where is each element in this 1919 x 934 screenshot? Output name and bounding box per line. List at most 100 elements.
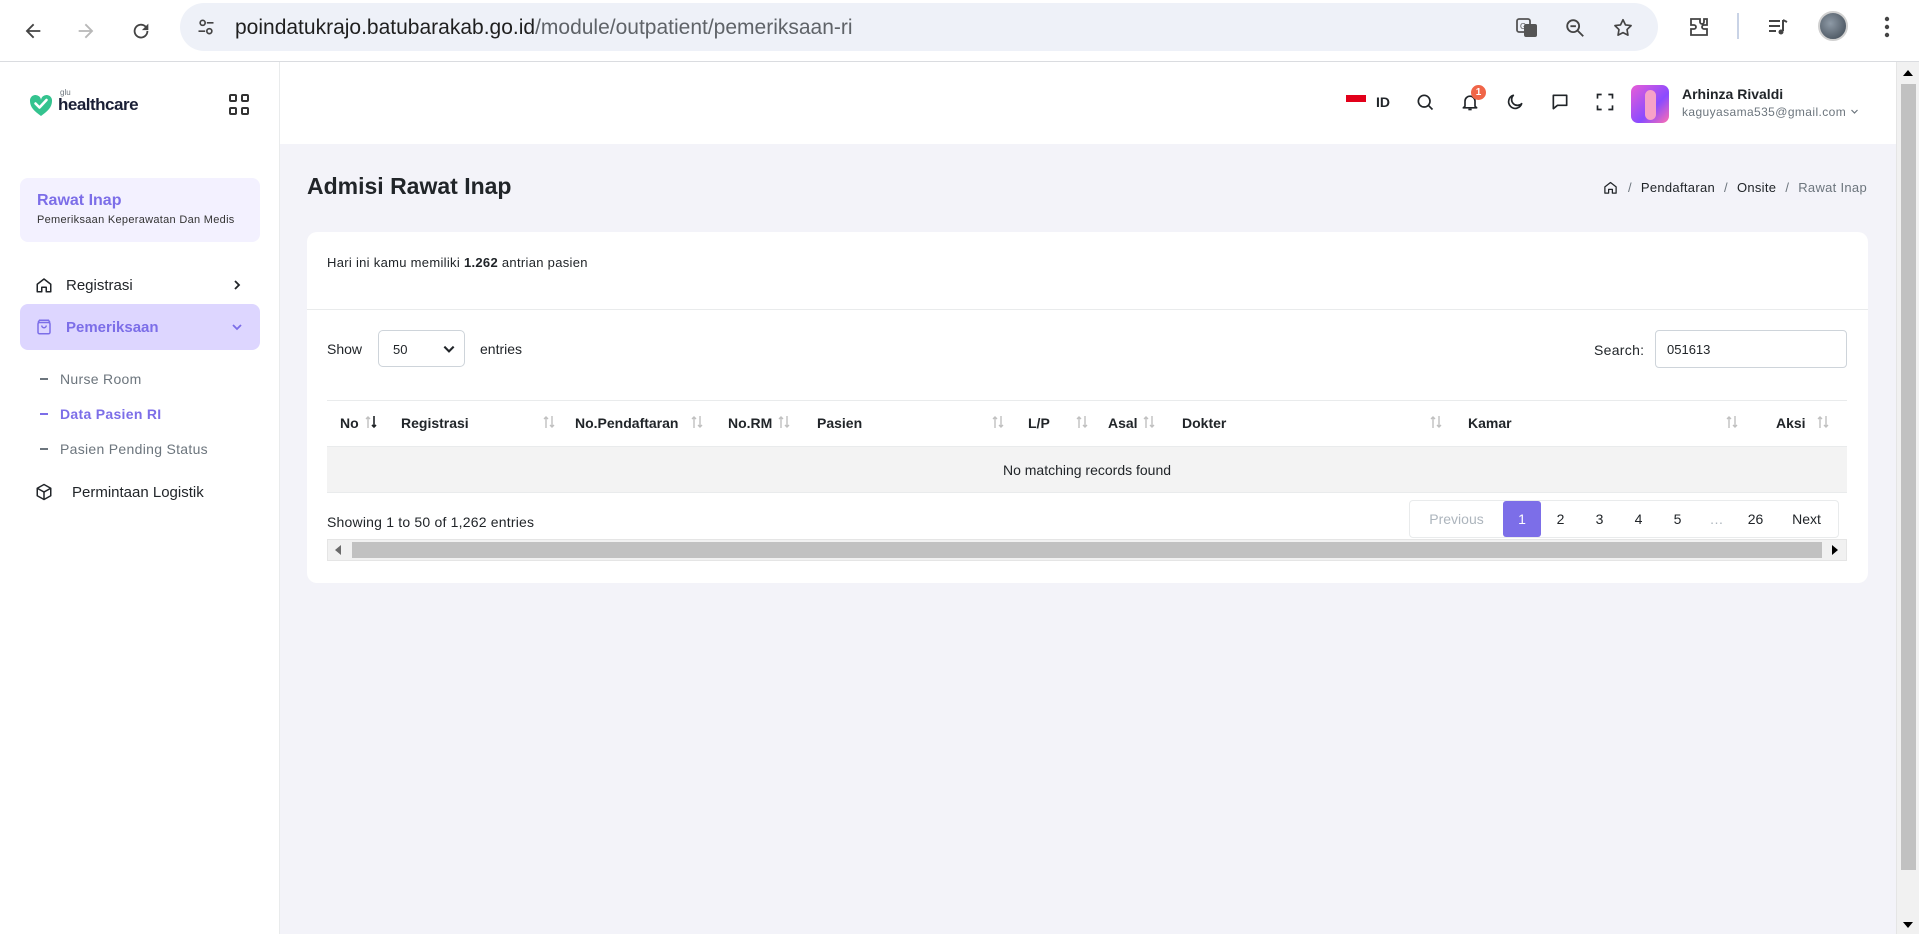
- page-ellipsis: …: [1709, 511, 1724, 527]
- page-button-1[interactable]: 1: [1503, 501, 1541, 537]
- forward-button[interactable]: [65, 10, 107, 52]
- url-host: poindatukrajo.batubarakab.go.id: [235, 16, 536, 39]
- chevron-down-icon: [228, 318, 246, 336]
- page-button-2[interactable]: 2: [1541, 501, 1580, 537]
- sort-icon[interactable]: [1427, 412, 1445, 432]
- site-settings-icon[interactable]: [194, 15, 218, 39]
- page-vertical-scrollbar[interactable]: [1896, 62, 1919, 934]
- brand-logo[interactable]: glu healthcare: [28, 88, 139, 118]
- bookmark-star-icon[interactable]: [1610, 15, 1636, 41]
- page-title: Admisi Rawat Inap: [307, 173, 512, 199]
- page-vertical-scrollbar-thumb[interactable]: [1901, 84, 1916, 870]
- sort-icon[interactable]: [1073, 412, 1091, 432]
- sort-icon[interactable]: [989, 412, 1007, 432]
- language-flag[interactable]: [1346, 95, 1366, 108]
- user-avatar[interactable]: [1631, 85, 1669, 123]
- patient-table: No Registrasi No.Pendaftaran No.RM Pasie…: [327, 400, 1847, 493]
- brand-check-icon: [29, 94, 53, 116]
- search-icon[interactable]: [1412, 89, 1438, 115]
- sidebar-item-registrasi[interactable]: Registrasi: [20, 262, 260, 308]
- breadcrumb-item[interactable]: Pendaftaran: [1641, 180, 1715, 195]
- column-header-no-rm[interactable]: No.RM: [728, 415, 772, 431]
- sort-desc-icon[interactable]: [362, 412, 380, 432]
- browser-toolbar: poindatukrajo.batubarakab.go.id/module/o…: [0, 0, 1919, 62]
- sort-icon[interactable]: [1140, 412, 1158, 432]
- sidebar-subitem-data-pasien-ri[interactable]: Data Pasien RI: [40, 406, 161, 422]
- sidebar-item-label: Permintaan Logistik: [72, 483, 204, 501]
- dash-icon: [40, 413, 48, 415]
- media-queue-icon[interactable]: [1763, 12, 1793, 42]
- breadcrumb-separator: /: [1724, 179, 1728, 195]
- next-page-button[interactable]: Next: [1775, 501, 1838, 537]
- column-header-registrasi[interactable]: Registrasi: [401, 415, 469, 431]
- page-size-select[interactable]: 50: [378, 330, 465, 367]
- page-button-4[interactable]: 4: [1619, 501, 1658, 537]
- chevron-right-icon: [228, 276, 246, 294]
- sort-icon[interactable]: [540, 412, 558, 432]
- scroll-down-icon[interactable]: [1903, 920, 1913, 930]
- page-button-3[interactable]: 3: [1580, 501, 1619, 537]
- home-icon[interactable]: [1603, 179, 1619, 195]
- search-label: Search:: [1594, 342, 1645, 358]
- notification-badge: 1: [1471, 85, 1486, 100]
- previous-page-button[interactable]: Previous: [1410, 501, 1503, 537]
- page-button-5[interactable]: 5: [1658, 501, 1697, 537]
- back-button[interactable]: [12, 10, 54, 52]
- dash-icon: [40, 448, 48, 450]
- column-header-no[interactable]: No: [340, 415, 359, 431]
- page-size-value: 50: [393, 342, 408, 357]
- arrow-left-icon: [25, 23, 41, 39]
- sidebar-subitem-nurse-room[interactable]: Nurse Room: [40, 371, 142, 387]
- scroll-up-icon[interactable]: [1903, 68, 1913, 78]
- extensions-icon[interactable]: [1684, 12, 1714, 42]
- column-header-dokter[interactable]: Dokter: [1182, 415, 1226, 431]
- horizontal-scrollbar[interactable]: [327, 539, 1847, 561]
- entries-label: entries: [480, 341, 523, 357]
- user-name[interactable]: Arhinza Rivaldi: [1682, 86, 1783, 102]
- dash-icon: [40, 378, 48, 380]
- url-path: /module/outpatient/pemeriksaan-ri: [535, 16, 853, 39]
- sort-icon[interactable]: [688, 412, 706, 432]
- column-header-aksi[interactable]: Aksi: [1776, 415, 1806, 431]
- search-input[interactable]: [1655, 330, 1847, 368]
- more-menu-icon[interactable]: [1872, 12, 1902, 42]
- page-button-26[interactable]: 26: [1736, 501, 1775, 537]
- column-header-pasien[interactable]: Pasien: [817, 415, 862, 431]
- breadcrumb-separator: /: [1627, 179, 1632, 195]
- user-email[interactable]: kaguyasama535@gmail.com: [1682, 105, 1859, 119]
- module-card: Rawat Inap Pemeriksaan Keperawatan Dan M…: [20, 178, 260, 242]
- url-text[interactable]: poindatukrajo.batubarakab.go.id/module/o…: [235, 16, 853, 40]
- column-header-asal[interactable]: Asal: [1108, 415, 1138, 431]
- address-bar[interactable]: poindatukrajo.batubarakab.go.id/module/o…: [180, 3, 1658, 51]
- column-header-kamar[interactable]: Kamar: [1468, 415, 1512, 431]
- browser-profile-avatar[interactable]: [1818, 11, 1848, 41]
- moon-icon[interactable]: [1502, 89, 1528, 115]
- sidebar-item-pemeriksaan[interactable]: Pemeriksaan: [20, 304, 260, 350]
- sort-icon[interactable]: [1723, 412, 1741, 432]
- chat-icon[interactable]: [1547, 89, 1573, 115]
- breadcrumb-current: Rawat Inap: [1798, 179, 1867, 195]
- module-subtitle: Pemeriksaan Keperawatan Dan Medis: [37, 214, 235, 226]
- sort-icon[interactable]: [775, 412, 793, 432]
- brand-prefix: glu: [60, 88, 71, 97]
- column-header-no-pendaftaran[interactable]: No.Pendaftaran: [575, 415, 678, 431]
- translate-icon[interactable]: G: [1514, 15, 1540, 41]
- fullscreen-icon[interactable]: [1592, 89, 1618, 115]
- sidebar-subitem-label: Data Pasien RI: [60, 406, 162, 422]
- scroll-right-icon[interactable]: [1830, 545, 1840, 555]
- scroll-left-icon[interactable]: [333, 545, 343, 555]
- column-header-lp[interactable]: L/P: [1028, 415, 1050, 431]
- apps-grid-icon[interactable]: [229, 94, 251, 116]
- reload-button[interactable]: [120, 10, 162, 52]
- language-code[interactable]: ID: [1376, 94, 1390, 110]
- zoom-out-icon[interactable]: [1562, 15, 1588, 41]
- empty-message: No matching records found: [1002, 461, 1172, 478]
- home-icon: [34, 275, 54, 295]
- breadcrumb-item[interactable]: Onsite: [1737, 180, 1776, 195]
- breadcrumb-separator: /: [1785, 179, 1790, 195]
- sidebar-item-permintaan-logistik[interactable]: Permintaan Logistik: [20, 469, 260, 515]
- horizontal-scrollbar-thumb[interactable]: [352, 542, 1822, 558]
- sort-icon[interactable]: [1814, 412, 1832, 432]
- sidebar: glu healthcare Rawat Inap Pemeriksaan Ke…: [0, 62, 280, 934]
- sidebar-subitem-pasien-pending-status[interactable]: Pasien Pending Status: [40, 441, 208, 457]
